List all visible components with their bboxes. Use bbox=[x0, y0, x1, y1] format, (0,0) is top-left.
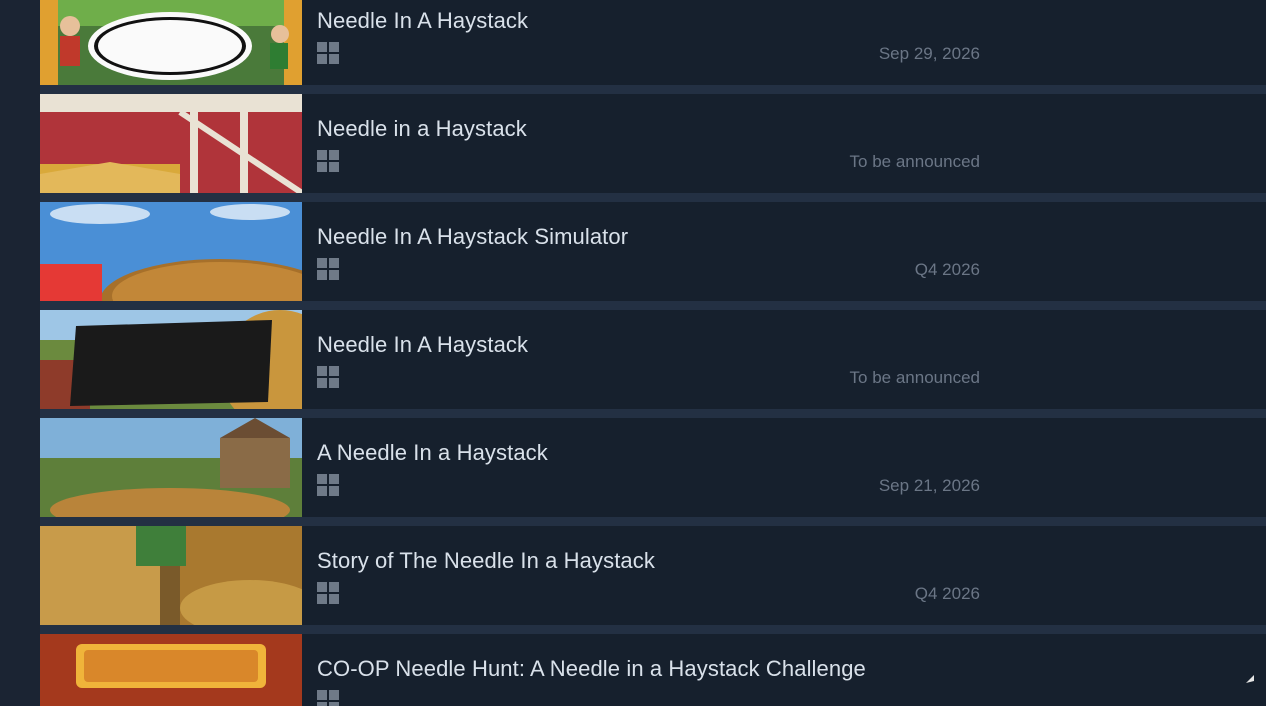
search-result-row[interactable]: Needle In A Haystack To be announced bbox=[40, 310, 1266, 418]
game-capsule-image bbox=[40, 202, 302, 301]
game-capsule-image bbox=[40, 94, 302, 193]
search-result-row[interactable]: CO-OP Needle Hunt: A Needle in a Haystac… bbox=[40, 634, 1266, 706]
search-result-row[interactable]: A Needle In a Haystack Sep 21, 2026 bbox=[40, 418, 1266, 526]
windows-icon bbox=[317, 474, 339, 496]
game-title: Needle In A Haystack bbox=[317, 332, 529, 357]
windows-icon bbox=[317, 690, 339, 706]
release-date: Sep 29, 2026 bbox=[878, 44, 980, 63]
game-title: Story of The Needle In a Haystack bbox=[317, 548, 655, 573]
release-date: Q4 2026 bbox=[914, 260, 980, 279]
game-capsule-image bbox=[40, 0, 302, 85]
release-date: Sep 21, 2026 bbox=[878, 476, 980, 495]
search-result-row[interactable]: Needle In A Haystack Simulator Q4 2026 bbox=[40, 202, 1266, 310]
windows-icon bbox=[317, 42, 339, 64]
windows-icon bbox=[317, 150, 339, 172]
game-capsule-image bbox=[40, 310, 302, 409]
game-title: Needle In A Haystack Simulator bbox=[317, 224, 629, 249]
release-date: Q4 2026 bbox=[914, 584, 980, 603]
game-capsule-image bbox=[40, 634, 302, 706]
windows-icon bbox=[317, 582, 339, 604]
search-result-row[interactable]: Needle In A Haystack Sep 29, 2026 bbox=[40, 0, 1266, 94]
windows-icon bbox=[317, 366, 339, 388]
game-title: Needle in a Haystack bbox=[317, 116, 527, 141]
game-title: A Needle In a Haystack bbox=[317, 440, 548, 465]
windows-icon bbox=[317, 258, 339, 280]
release-date: To be announced bbox=[849, 152, 980, 171]
search-result-row[interactable]: Needle in a Haystack To be announced bbox=[40, 94, 1266, 202]
game-title: Needle In A Haystack bbox=[317, 8, 529, 33]
game-capsule-image bbox=[40, 418, 302, 517]
game-title: CO-OP Needle Hunt: A Needle in a Haystac… bbox=[317, 656, 866, 681]
release-date: To be announced bbox=[849, 368, 980, 387]
game-capsule-image bbox=[40, 526, 302, 625]
search-results-list: Needle In A Haystack Sep 29, 2026 Needle… bbox=[0, 0, 1266, 706]
search-result-row[interactable]: Story of The Needle In a Haystack Q4 202… bbox=[40, 526, 1266, 634]
mouse-cursor-icon bbox=[1246, 670, 1254, 683]
